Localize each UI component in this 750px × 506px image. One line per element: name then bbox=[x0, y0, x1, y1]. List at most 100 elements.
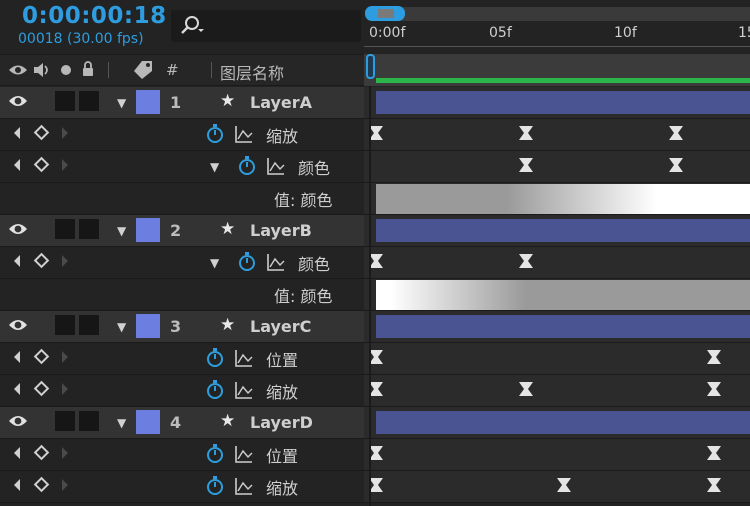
keyframe-marker[interactable] bbox=[369, 254, 383, 268]
current-time-indicator[interactable] bbox=[366, 54, 375, 79]
stopwatch-icon[interactable] bbox=[238, 252, 256, 272]
layer-duration-bar[interactable] bbox=[376, 315, 750, 338]
eye-icon[interactable] bbox=[8, 92, 28, 110]
keyframe-marker[interactable] bbox=[519, 158, 533, 172]
keyframe-marker[interactable] bbox=[669, 158, 683, 172]
layer-row-controls[interactable]: ▼ 3 ★ LayerC bbox=[0, 311, 364, 343]
graph-editor-icon[interactable] bbox=[267, 157, 285, 175]
keyframe-marker[interactable] bbox=[519, 382, 533, 396]
next-keyframe-icon[interactable] bbox=[62, 383, 68, 395]
stopwatch-icon[interactable] bbox=[206, 380, 224, 400]
current-time-display[interactable]: 0:00:00:18 bbox=[22, 3, 167, 29]
add-keyframe-icon[interactable] bbox=[33, 252, 50, 269]
keyframe-marker[interactable] bbox=[706, 446, 721, 460]
next-keyframe-icon[interactable] bbox=[62, 479, 68, 491]
layer-name[interactable]: LayerA bbox=[250, 93, 312, 112]
graph-editor-icon[interactable] bbox=[235, 349, 253, 367]
keyframe-marker[interactable] bbox=[706, 350, 721, 364]
previous-keyframe-icon[interactable] bbox=[14, 127, 20, 139]
layer-row-timeline[interactable] bbox=[364, 311, 750, 343]
layer-row-timeline[interactable] bbox=[364, 87, 750, 119]
value-graph-label-area[interactable]: 值: 颜色 bbox=[0, 183, 364, 215]
next-keyframe-icon[interactable] bbox=[62, 351, 68, 363]
audio-icon[interactable] bbox=[33, 62, 51, 78]
solo-icon[interactable] bbox=[60, 64, 72, 76]
previous-keyframe-icon[interactable] bbox=[14, 351, 20, 363]
twirl-down-icon[interactable]: ▼ bbox=[117, 224, 126, 238]
graph-editor-icon[interactable] bbox=[235, 445, 253, 463]
keyframe-marker[interactable] bbox=[706, 382, 721, 396]
add-keyframe-icon[interactable] bbox=[33, 156, 50, 173]
graph-editor-icon[interactable] bbox=[235, 477, 253, 495]
layer-name[interactable]: LayerD bbox=[250, 413, 313, 432]
keyframe-marker[interactable] bbox=[369, 446, 383, 460]
value-graph-label-area[interactable]: 值: 颜色 bbox=[0, 279, 364, 311]
layer-name-header[interactable]: 图层名称 bbox=[220, 60, 284, 84]
value-graph-timeline[interactable] bbox=[364, 183, 750, 215]
solo-toggle[interactable] bbox=[55, 315, 75, 335]
add-keyframe-icon[interactable] bbox=[33, 348, 50, 365]
label-color-swatch[interactable] bbox=[136, 218, 160, 242]
twirl-down-icon[interactable]: ▼ bbox=[117, 320, 126, 334]
previous-keyframe-icon[interactable] bbox=[14, 255, 20, 267]
keyframe-marker[interactable] bbox=[556, 478, 571, 492]
search-icon[interactable] bbox=[179, 15, 205, 37]
eye-icon[interactable] bbox=[8, 316, 28, 334]
stopwatch-icon[interactable] bbox=[206, 124, 224, 144]
label-color-swatch[interactable] bbox=[136, 314, 160, 338]
lock-toggle[interactable] bbox=[79, 219, 99, 239]
previous-keyframe-icon[interactable] bbox=[14, 479, 20, 491]
stopwatch-icon[interactable] bbox=[206, 348, 224, 368]
property-row-controls[interactable]: ▼ 颜色 bbox=[0, 151, 364, 183]
layer-row-timeline[interactable] bbox=[364, 407, 750, 439]
next-keyframe-icon[interactable] bbox=[62, 447, 68, 459]
lock-toggle[interactable] bbox=[79, 411, 99, 431]
next-keyframe-icon[interactable] bbox=[62, 159, 68, 171]
property-row-timeline[interactable] bbox=[364, 471, 750, 503]
value-graph-timeline[interactable] bbox=[364, 279, 750, 311]
work-area-range[interactable] bbox=[376, 78, 750, 83]
add-keyframe-icon[interactable] bbox=[33, 124, 50, 141]
keyframe-marker[interactable] bbox=[519, 126, 533, 140]
layer-row-controls[interactable]: ▼ 1 ★ LayerA bbox=[0, 87, 364, 119]
add-keyframe-icon[interactable] bbox=[33, 476, 50, 493]
property-row-controls[interactable]: 位置 bbox=[0, 439, 364, 471]
property-row-controls[interactable]: 位置 bbox=[0, 343, 364, 375]
keyframe-marker[interactable] bbox=[369, 382, 383, 396]
graph-editor-icon[interactable] bbox=[235, 125, 253, 143]
stopwatch-icon[interactable] bbox=[206, 476, 224, 496]
next-keyframe-icon[interactable] bbox=[62, 255, 68, 267]
layer-name[interactable]: LayerC bbox=[250, 317, 311, 336]
solo-toggle[interactable] bbox=[55, 91, 75, 111]
video-toggle-icon[interactable] bbox=[8, 63, 28, 77]
property-row-timeline[interactable] bbox=[364, 151, 750, 183]
keyframe-marker[interactable] bbox=[519, 254, 533, 268]
solo-toggle[interactable] bbox=[55, 411, 75, 431]
eye-icon[interactable] bbox=[8, 412, 28, 430]
previous-keyframe-icon[interactable] bbox=[14, 447, 20, 459]
twirl-down-icon[interactable]: ▼ bbox=[210, 256, 219, 270]
lock-toggle[interactable] bbox=[79, 91, 99, 111]
previous-keyframe-icon[interactable] bbox=[14, 159, 20, 171]
graph-editor-icon[interactable] bbox=[267, 253, 285, 271]
keyframe-marker[interactable] bbox=[706, 478, 721, 492]
property-row-controls[interactable]: ▼ 颜色 bbox=[0, 247, 364, 279]
property-row-timeline[interactable] bbox=[364, 247, 750, 279]
twirl-down-icon[interactable]: ▼ bbox=[210, 160, 219, 174]
keyframe-marker[interactable] bbox=[369, 478, 383, 492]
property-row-controls[interactable]: 缩放 bbox=[0, 471, 364, 503]
layer-name[interactable]: LayerB bbox=[250, 221, 312, 240]
property-row-controls[interactable]: 缩放 bbox=[0, 119, 364, 151]
lock-toggle[interactable] bbox=[79, 315, 99, 335]
property-row-timeline[interactable] bbox=[364, 375, 750, 407]
keyframe-marker[interactable] bbox=[369, 350, 383, 364]
property-row-timeline[interactable] bbox=[364, 343, 750, 375]
label-tag-icon[interactable] bbox=[132, 60, 154, 80]
stopwatch-icon[interactable] bbox=[206, 444, 224, 464]
previous-keyframe-icon[interactable] bbox=[14, 383, 20, 395]
layer-row-controls[interactable]: ▼ 4 ★ LayerD bbox=[0, 407, 364, 439]
label-color-swatch[interactable] bbox=[136, 410, 160, 434]
label-color-swatch[interactable] bbox=[136, 90, 160, 114]
twirl-down-icon[interactable]: ▼ bbox=[117, 416, 126, 430]
property-row-timeline[interactable] bbox=[364, 119, 750, 151]
